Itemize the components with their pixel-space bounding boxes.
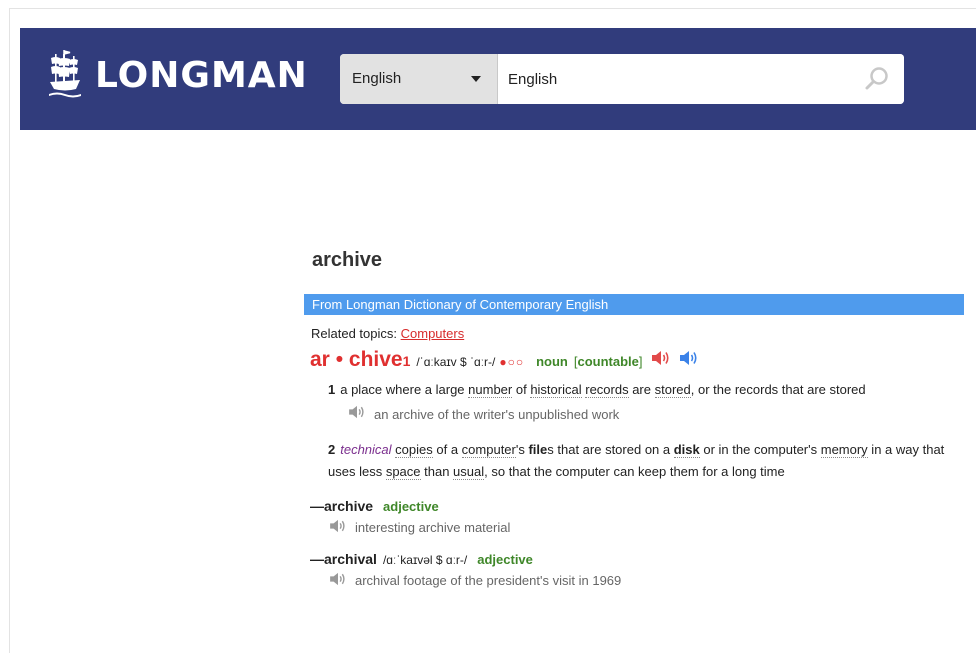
defining-word[interactable]: records <box>585 382 629 398</box>
runon-example: archival footage of the president's visi… <box>329 572 964 589</box>
runon-dash: — <box>310 551 324 567</box>
sense-1: 1 a place where a large number of histori… <box>328 379 964 426</box>
pronunciation: /ˈɑːkaɪv $ ˈɑːr-/ <box>416 355 496 369</box>
definition-text: , or the records that are stored <box>690 382 866 397</box>
defining-word[interactable]: number <box>468 382 513 398</box>
crossref-word[interactable]: file <box>528 442 547 457</box>
page-border-top <box>9 8 976 9</box>
related-topics-label: Related topics: <box>311 326 397 341</box>
definition-text: , so that the computer can keep them for… <box>484 464 785 479</box>
caret-down-icon <box>471 76 481 82</box>
grammar-bracket-close: ] <box>638 354 643 369</box>
defining-word[interactable]: memory <box>820 442 868 458</box>
dictionary-select[interactable]: English <box>340 54 498 104</box>
sense-number: 2 <box>328 442 336 457</box>
defining-word[interactable]: space <box>385 464 421 480</box>
dictionary-select-value: English <box>352 70 402 87</box>
sense-1-definition: 1 a place where a large number of histori… <box>328 379 964 401</box>
search-button[interactable] <box>864 66 890 92</box>
page-title: archive <box>312 249 383 271</box>
example-sentence: an archive of the writer's unpublished w… <box>348 404 964 426</box>
entry-header: ar • chive 1 /ˈɑːkaɪv $ ˈɑːr-/ ●○○ noun … <box>310 348 964 372</box>
site-header: LONGMAN English <box>20 28 976 130</box>
definition-text: of a <box>432 442 462 457</box>
logo[interactable]: LONGMAN <box>48 49 308 101</box>
definition-text: 's <box>515 442 529 457</box>
definition-text: or in the computer's <box>699 442 821 457</box>
definition-text: of <box>512 382 531 397</box>
runon-archival: — archival /ɑːˈkaɪvəl $ ɑːr-/ adjective <box>310 551 964 567</box>
logo-text: LONGMAN <box>95 54 308 96</box>
runon-dash: — <box>310 498 324 514</box>
example-text: an archive of the writer's unpublished w… <box>374 407 620 422</box>
speaker-icon <box>349 405 364 419</box>
entry-headword-part-1: ar <box>310 348 330 371</box>
runon-pronunciation: /ɑːˈkaɪvəl $ ɑːr-/ <box>382 553 468 567</box>
dictionary-name-bar: From Longman Dictionary of Contemporary … <box>304 294 964 315</box>
crossref-word[interactable]: disk <box>673 442 700 458</box>
defining-word[interactable]: computer <box>461 442 516 458</box>
sense-2: 2 technical copies of a computer's files … <box>328 439 964 483</box>
example-audio-button[interactable] <box>348 404 366 426</box>
runon-archive: — archive adjective <box>310 498 964 514</box>
register-label: technical <box>340 442 392 457</box>
search-icon <box>865 67 888 90</box>
speaker-icon <box>330 519 345 533</box>
example-audio-button[interactable] <box>329 572 347 589</box>
frequency-dots: ●○○ <box>499 355 525 369</box>
part-of-speech: noun <box>536 354 568 369</box>
defining-word[interactable]: stored <box>654 382 691 398</box>
entry-headword-part-2: chive <box>348 348 403 371</box>
defining-word[interactable]: copies <box>395 442 433 458</box>
search-bar: English <box>340 54 904 104</box>
runon-word: archival <box>324 551 377 567</box>
search-input[interactable] <box>498 54 904 104</box>
related-topic-link[interactable]: Computers <box>401 326 465 341</box>
example-text: archival footage of the president's visi… <box>355 573 622 588</box>
dictionary-content: archive From Longman Dictionary of Conte… <box>304 248 964 589</box>
defining-word[interactable]: usual <box>453 464 485 480</box>
runon-example: interesting archive material <box>329 519 964 536</box>
speaker-icon <box>651 351 669 365</box>
homograph-number: 1 <box>402 353 411 369</box>
definition-text: s that are stored on a <box>547 442 674 457</box>
runon-part-of-speech: adjective <box>383 499 439 514</box>
page-border-left <box>9 8 10 653</box>
example-audio-button[interactable] <box>329 519 347 536</box>
speaker-icon <box>330 572 345 586</box>
grammar-value: countable <box>577 354 639 369</box>
definition-text: are <box>628 382 655 397</box>
american-pronunciation-button[interactable] <box>679 350 699 371</box>
definition-text: a place where a large <box>340 382 469 397</box>
ship-icon <box>49 50 81 98</box>
sense-number: 1 <box>328 382 336 397</box>
runon-part-of-speech: adjective <box>477 552 533 567</box>
definition-text: than <box>420 464 454 479</box>
related-topics: Related topics: Computers <box>311 326 964 341</box>
defining-word[interactable]: historical <box>530 382 582 398</box>
british-pronunciation-button[interactable] <box>651 350 671 371</box>
example-text: interesting archive material <box>355 520 511 535</box>
speaker-icon <box>679 351 697 365</box>
syllable-dot: • <box>329 348 349 371</box>
grammar-label: [countable] <box>574 354 643 369</box>
runon-word: archive <box>324 498 374 514</box>
